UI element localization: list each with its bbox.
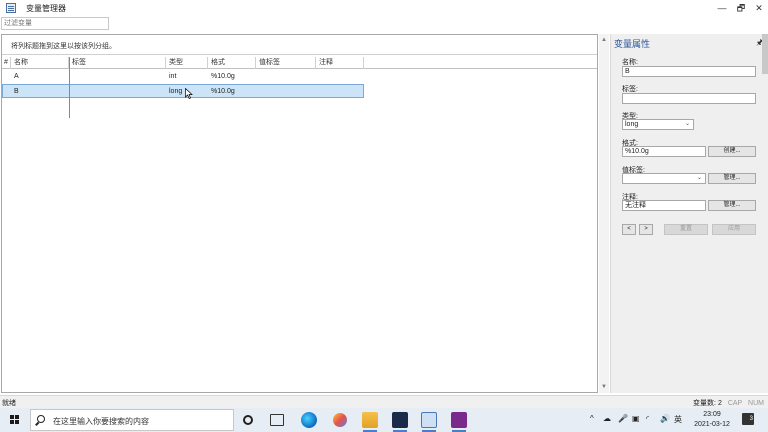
cell-note[interactable] xyxy=(316,85,319,98)
cell-value-label[interactable] xyxy=(256,70,259,83)
cell-type[interactable]: int xyxy=(166,70,176,83)
scroll-down-icon[interactable]: ▼ xyxy=(600,383,608,391)
title-bar: 变量管理器 — 🗗 ✕ xyxy=(0,0,768,16)
onenote-icon[interactable] xyxy=(451,412,467,428)
create-format-button[interactable]: 创建... xyxy=(708,146,756,157)
table-row[interactable]: A int %10.0g xyxy=(2,70,364,84)
caps-lock-indicator: CAP xyxy=(727,400,743,407)
type-select[interactable]: long ⌄ xyxy=(622,119,694,130)
status-bar: 就绪 变量数: 2 CAP NUM xyxy=(0,395,768,408)
window-title: 变量管理器 xyxy=(26,4,66,13)
column-header-value-label[interactable]: 值标签 xyxy=(256,57,316,69)
taskbar: 在这里输入你要搜索的内容 ^ ☁ 🎤 ▣ ◜ 🔊 英 23:09 2021-03… xyxy=(0,408,768,432)
properties-scrollbar[interactable] xyxy=(762,34,768,74)
scroll-up-icon[interactable]: ▲ xyxy=(600,36,608,44)
clock-date: 2021-03-12 xyxy=(694,421,730,428)
notification-center-icon[interactable]: 3 xyxy=(742,413,754,425)
previous-variable-button[interactable]: < xyxy=(622,224,636,235)
cell-format[interactable]: %10.0g xyxy=(208,70,235,83)
cell-note[interactable] xyxy=(316,70,319,83)
edge-browser-icon[interactable] xyxy=(301,412,317,428)
column-header-format[interactable]: 格式 xyxy=(208,57,256,69)
note-field[interactable]: 无注释 xyxy=(622,200,706,211)
mouse-cursor-icon xyxy=(185,88,193,99)
input-method-indicator[interactable]: 英 xyxy=(674,414,682,425)
group-hint-text: 将列标题拖到这里以按该列分组。 xyxy=(11,43,116,50)
clock-time: 23:09 xyxy=(703,411,721,418)
stata-app-icon[interactable] xyxy=(421,412,437,428)
network-icon[interactable]: ▣ xyxy=(632,414,640,423)
table-row-selected[interactable]: B long %10.0g xyxy=(2,84,364,98)
vertical-scrollbar[interactable]: ▲ ▼ xyxy=(599,34,609,393)
variable-properties-panel: 变量属性 🖈 名称: B 标签: 类型: long ⌄ 格式: %10.0g 创… xyxy=(610,34,768,393)
variable-count: 2 xyxy=(717,400,722,407)
cell-format[interactable]: %10.0g xyxy=(208,85,235,98)
microphone-icon[interactable]: 🎤 xyxy=(618,414,628,423)
chevron-down-icon: ⌄ xyxy=(696,175,702,181)
filter-variables-input[interactable] xyxy=(1,17,109,30)
status-right: 变量数: 2 CAP NUM xyxy=(693,398,764,408)
apply-button[interactable]: 应用 xyxy=(712,224,756,235)
num-lock-indicator: NUM xyxy=(748,400,764,407)
reset-button[interactable]: 重置 xyxy=(664,224,708,235)
status-text: 就绪 xyxy=(2,400,16,407)
system-clock[interactable]: 23:09 2021-03-12 xyxy=(690,410,734,430)
next-variable-button[interactable]: > xyxy=(639,224,653,235)
value-label-select[interactable]: ⌄ xyxy=(622,173,706,184)
grid-header: # 名称 标签 类型 格式 值标签 注释 xyxy=(2,57,597,69)
cell-type[interactable]: long xyxy=(166,85,182,98)
volume-icon[interactable]: 🔊 xyxy=(660,414,670,423)
column-header-label[interactable]: 标签 xyxy=(69,57,166,69)
manage-value-labels-button[interactable]: 管理... xyxy=(708,173,756,184)
app-icon-pinwheel[interactable] xyxy=(333,413,347,427)
column-header-type[interactable]: 类型 xyxy=(166,57,208,69)
taskbar-search-box[interactable]: 在这里输入你要搜索的内容 xyxy=(30,409,234,431)
chevron-down-icon: ⌄ xyxy=(684,121,690,127)
restore-button[interactable]: 🗗 xyxy=(734,1,748,15)
app-icon xyxy=(6,3,16,13)
cell-name[interactable]: B xyxy=(11,85,19,98)
close-button[interactable]: ✕ xyxy=(752,1,766,15)
tray-chevron-up-icon[interactable]: ^ xyxy=(590,414,594,423)
column-header-index[interactable]: # xyxy=(2,57,11,69)
column-header-note[interactable]: 注释 xyxy=(316,57,364,69)
variable-count-label: 变量数: xyxy=(693,400,716,407)
onedrive-icon[interactable]: ☁ xyxy=(603,414,611,423)
label-field[interactable] xyxy=(622,93,756,104)
wifi-icon[interactable]: ◜ xyxy=(646,414,649,423)
format-field[interactable]: %10.0g xyxy=(622,146,706,157)
windows-start-icon[interactable] xyxy=(10,415,20,425)
cell-name[interactable]: A xyxy=(11,70,19,83)
properties-title: 变量属性 xyxy=(614,39,651,49)
search-icon xyxy=(37,415,45,423)
column-header-name[interactable]: 名称 xyxy=(11,57,69,69)
search-placeholder: 在这里输入你要搜索的内容 xyxy=(53,417,149,426)
minimize-button[interactable]: — xyxy=(715,1,729,15)
type-select-value: long xyxy=(625,121,639,128)
column-splitter[interactable] xyxy=(69,57,70,118)
group-by-area[interactable]: 将列标题拖到这里以按该列分组。 xyxy=(2,35,597,55)
cell-value-label[interactable] xyxy=(256,85,259,98)
video-app-icon[interactable] xyxy=(392,412,408,428)
cortana-icon[interactable] xyxy=(243,415,253,425)
name-field[interactable]: B xyxy=(622,66,756,77)
file-explorer-icon[interactable] xyxy=(362,412,378,428)
variable-grid-panel: 将列标题拖到这里以按该列分组。 # 名称 标签 类型 格式 值标签 注释 A i… xyxy=(1,34,598,393)
manage-notes-button[interactable]: 管理... xyxy=(708,200,756,211)
task-view-icon[interactable] xyxy=(270,414,284,426)
